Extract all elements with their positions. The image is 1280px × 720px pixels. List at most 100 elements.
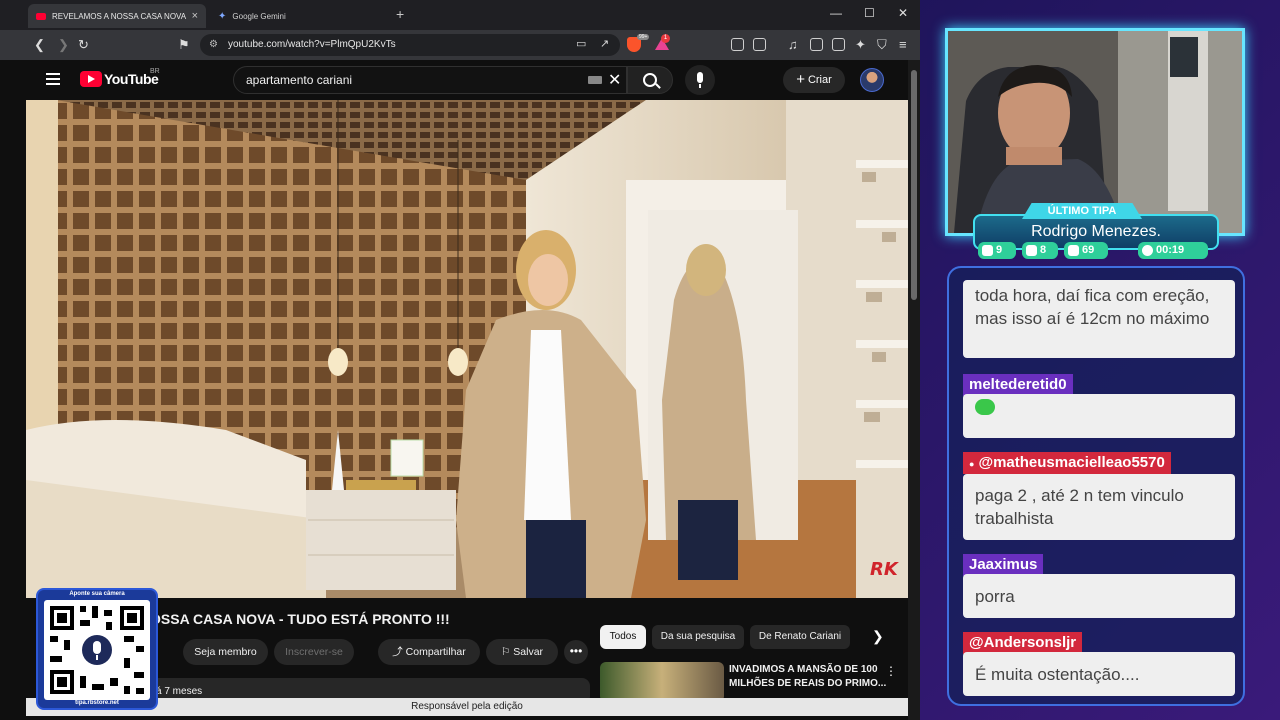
youtube-header: YouTube BR apartamento cariani ✕ + Criar <box>26 60 912 100</box>
kick-icon <box>1068 245 1079 256</box>
forward-icon[interactable]: ❯ <box>58 37 69 53</box>
tab-title: REVELAMOS A NOSSA CASA NOVA - T <box>52 11 188 21</box>
gemini-favicon-icon: ✦ <box>218 10 227 22</box>
plus-icon: + <box>796 71 805 88</box>
youtube-viewers: 8 <box>1040 244 1047 256</box>
clock-icon <box>1142 245 1153 256</box>
url-text: youtube.com/watch?v=PlmQpU2KvTs <box>228 39 396 50</box>
sidebar-icon[interactable] <box>810 38 823 51</box>
browser-window: REVELAMOS A NOSSA CASA NOVA - T × ✦ Goog… <box>0 0 920 720</box>
youtube-badge-icon: ● <box>969 459 975 469</box>
media-icon[interactable]: ♫ <box>788 37 798 52</box>
kick-viewers-stat: 69 <box>1064 242 1108 259</box>
tab-gemini[interactable]: ✦ Google Gemini <box>210 4 388 28</box>
guide-menu-icon[interactable] <box>46 73 60 85</box>
chat-username-text: @matheusmacielleao5570 <box>978 454 1165 471</box>
video-watermark: RK <box>870 559 900 580</box>
rewards-badge: 1 <box>661 34 670 43</box>
youtube-viewers-stat: 8 <box>1022 242 1058 259</box>
chat-message-emote <box>963 394 1235 438</box>
chat-message-text: porra <box>963 574 1235 618</box>
tab-close-icon[interactable]: × <box>192 10 198 22</box>
chat-username: meltederetid0 <box>963 374 1073 396</box>
page-scrollbar[interactable] <box>908 60 920 720</box>
close-window-icon[interactable]: ✕ <box>898 6 908 20</box>
tab-bar: REVELAMOS A NOSSA CASA NOVA - T × ✦ Goog… <box>0 0 920 30</box>
stream-timer: 00:19 <box>1156 244 1185 256</box>
menu-icon[interactable]: ≡ <box>899 37 907 52</box>
save-button[interactable]: ⚐ Salvar <box>486 639 558 665</box>
video-player[interactable]: RK <box>26 100 908 598</box>
footer-banner: Responsável pela edição <box>26 698 908 716</box>
subscribe-button[interactable]: Inscrever-se <box>274 639 354 665</box>
chat-username: @Andersonsljr <box>963 632 1083 654</box>
tune-icon[interactable]: ⚙ <box>209 34 218 56</box>
chevron-right-icon[interactable]: ❯ <box>872 628 884 645</box>
chat-username: Jaaximus <box>963 554 1044 576</box>
chat-message-text: toda hora, daí fica com ereção, mas isso… <box>963 280 1235 358</box>
youtube-logo-icon[interactable] <box>80 71 102 87</box>
share-label: Compartilhar <box>405 646 466 658</box>
search-input[interactable]: apartamento cariani <box>233 66 627 94</box>
chip-de-renato-cariani[interactable]: De Renato Cariani <box>750 625 850 649</box>
create-label: Criar <box>807 74 832 86</box>
back-icon[interactable]: ❮ <box>34 37 45 53</box>
tab-title: Google Gemini <box>232 11 286 21</box>
brave-badge: 99+ <box>637 34 650 40</box>
address-bar: ❮ ❯ ↻ ⚑ ⚙ youtube.com/watch?v=PlmQpU2KvT… <box>0 30 920 60</box>
twitch-viewers: 9 <box>996 244 1003 256</box>
clear-search-icon[interactable]: ✕ <box>608 70 621 90</box>
extensions-icon[interactable] <box>731 38 744 51</box>
chip-da-sua-pesquisa[interactable]: Da sua pesquisa <box>652 625 744 649</box>
minimize-icon[interactable]: — <box>830 6 842 20</box>
youtube-favicon-icon <box>36 12 46 20</box>
reload-icon[interactable]: ↻ <box>78 37 89 53</box>
webcam-image <box>948 31 1242 233</box>
join-button[interactable]: Seja membro <box>183 639 268 665</box>
new-tab-button[interactable]: + <box>396 6 404 22</box>
vpn-icon[interactable]: ⛉ <box>877 37 887 53</box>
search-button[interactable] <box>627 66 673 94</box>
upload-age: á 7 meses <box>156 686 203 697</box>
save-label: Salvar <box>513 646 544 658</box>
chat-username: ● @matheusmacielleao5570 <box>963 452 1171 474</box>
maximize-icon[interactable]: ☐ <box>864 6 875 20</box>
share-icon[interactable]: ↗ <box>600 37 609 50</box>
qr-caption-top: Aponte sua câmera <box>69 591 125 597</box>
voice-search-icon[interactable] <box>685 65 715 95</box>
chat-message-text: paga 2 , até 2 n tem vinculo trabalhista <box>963 474 1235 540</box>
create-button[interactable]: + Criar <box>783 67 845 93</box>
chat-panel[interactable]: toda hora, daí fica com ereção, mas isso… <box>947 266 1245 706</box>
last-tip-label: ÚLTIMO TIPA <box>1022 203 1142 219</box>
region-code: BR <box>150 68 160 75</box>
chat-message-text: É muita ostentação.... <box>963 652 1235 696</box>
youtube-icon <box>1026 245 1037 256</box>
kebab-menu-icon[interactable]: ⋮ <box>885 664 897 678</box>
share-icon: ⤴ <box>392 646 406 658</box>
leo-icon[interactable]: ✦ <box>855 37 866 53</box>
wallet-icon[interactable] <box>832 38 845 51</box>
stream-timer-stat: 00:19 <box>1138 242 1208 259</box>
twitch-viewers-stat: 9 <box>978 242 1016 259</box>
recommended-thumbnail[interactable] <box>600 662 724 702</box>
url-field[interactable]: ⚙ youtube.com/watch?v=PlmQpU2KvTs <box>200 34 620 56</box>
reader-icon[interactable] <box>753 38 766 51</box>
qr-code-overlay: Aponte sua câmera tipa.rbstore.net <box>36 588 158 710</box>
keyboard-icon[interactable] <box>588 76 602 84</box>
video-title: OSSA CASA NOVA - TUDO ESTÁ PRONTO !!! <box>150 611 450 627</box>
bookmark-icon[interactable]: ⚑ <box>178 37 190 53</box>
more-actions-button[interactable]: ••• <box>564 640 588 664</box>
qr-code-image <box>44 600 150 700</box>
share-button[interactable]: ⤴ Compartilhar <box>378 639 480 665</box>
green-emote-icon <box>975 399 995 415</box>
chip-todos[interactable]: Todos <box>600 625 646 649</box>
save-icon: ⚐ <box>500 646 514 658</box>
video-frame: RK <box>26 100 908 598</box>
scrollbar-thumb[interactable] <box>911 70 917 300</box>
cast-icon[interactable]: ▭ <box>576 37 586 50</box>
avatar[interactable] <box>860 68 884 92</box>
qr-caption-bottom: tipa.rbstore.net <box>75 700 119 706</box>
kick-viewers: 69 <box>1082 244 1095 256</box>
tab-youtube[interactable]: REVELAMOS A NOSSA CASA NOVA - T × <box>28 4 206 28</box>
recommended-title[interactable]: INVADIMOS A MANSÃO DE 100 MILHÕES DE REA… <box>729 663 889 691</box>
